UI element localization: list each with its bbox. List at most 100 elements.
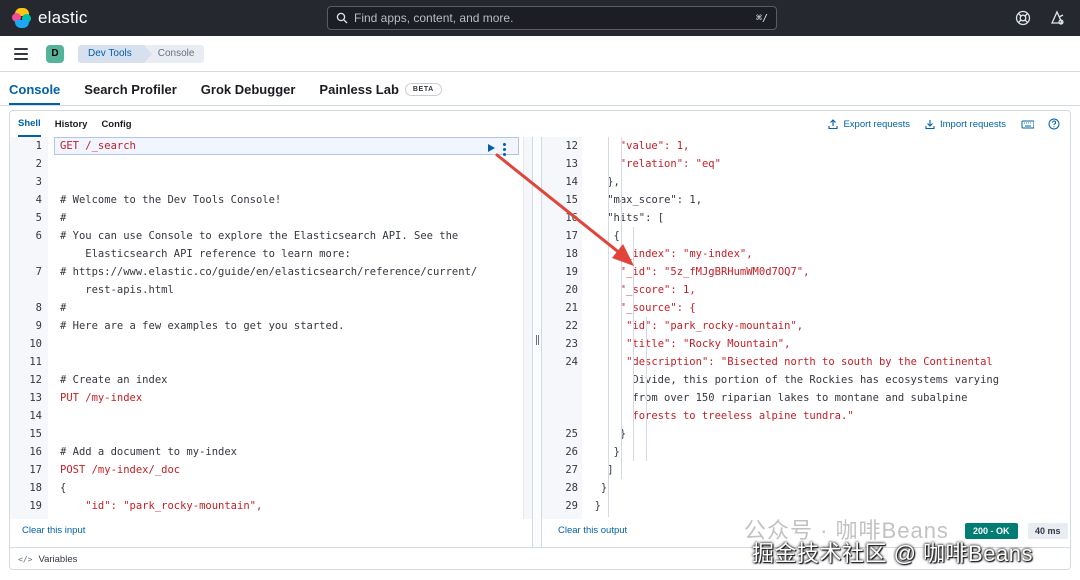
output-code-line: "id": "park_rocky-mountain", (626, 320, 804, 332)
output-code-line: "_index": "my-index", (619, 248, 753, 260)
tab-grok-debugger[interactable]: Grok Debugger (201, 82, 296, 105)
global-search[interactable]: ⌘/ (327, 6, 777, 30)
tab-search-profiler[interactable]: Search Profiler (84, 82, 177, 105)
brand-name: elastic (38, 8, 88, 27)
clear-output-link[interactable]: Clear this output (558, 525, 627, 536)
code-icon: </> (18, 555, 33, 564)
variables-label: Variables (38, 554, 78, 565)
response-output[interactable]: 12 "value": 1, 13 "relation": "eq" 14}, 15 "ma… (542, 137, 1070, 519)
output-line-number: 18 (565, 248, 578, 260)
console-panel: Shell History Config Export requests Imp… (9, 110, 1071, 570)
editor-line-number: 10 (29, 338, 42, 350)
editor-code-line: PUT /my-index (60, 392, 143, 404)
editor-line-number: 5 (35, 212, 42, 224)
editor-code-line: # Here are a few examples to get you sta… (60, 320, 345, 332)
console-actions: Export requests Import requests (827, 118, 1060, 130)
export-icon (828, 119, 839, 130)
space-avatar[interactable]: D (46, 44, 64, 63)
output-line-number: 21 (565, 302, 578, 314)
output-code-line: "title": "Rocky Mountain", (626, 338, 791, 350)
output-code-line: "description": "Bisected north to south … (626, 356, 993, 368)
editor-line-number: 15 (29, 428, 42, 440)
keyboard-shortcuts-icon[interactable] (1020, 118, 1034, 130)
breadcrumb: Dev Tools Console (78, 44, 205, 63)
export-requests-button[interactable]: Export requests (827, 118, 910, 130)
newsfeed-icon[interactable] (1048, 9, 1066, 27)
output-code-line: { (613, 230, 620, 242)
breadcrumb-console: Console (143, 44, 205, 63)
editor-line-number: 12 (29, 374, 42, 386)
output-code-line: }, (607, 176, 620, 188)
editor-code-line: # Welcome to the Dev Tools Console! (60, 194, 282, 206)
output-code-line: "_id": "5z_fMJgBRHumWM0d7OQ7", (619, 266, 810, 278)
search-icon (336, 12, 348, 24)
editor-code-line: # (60, 212, 67, 224)
request-options-icon[interactable] (503, 143, 506, 156)
output-line-number (542, 407, 578, 425)
output-line-number: 26 (565, 446, 578, 458)
output-line-number (542, 371, 578, 389)
export-label: Export requests (843, 118, 910, 130)
output-line-number: 19 (565, 266, 578, 278)
output-line-number (542, 389, 578, 407)
tab-painless-lab[interactable]: Painless Lab BETA (319, 82, 442, 105)
tab-label: Search Profiler (84, 82, 177, 97)
editor-code-line: # https://www.elastic.co/guide/en/elasti… (60, 266, 478, 278)
editor-code-line: GET /_search (60, 140, 136, 152)
output-code-line: "_score": 1, (619, 284, 696, 296)
tab-label: Console (9, 82, 61, 97)
output-line-number: 23 (565, 338, 578, 350)
editor-line-number: 4 (35, 194, 42, 206)
editor-line-number: 19 (29, 500, 42, 512)
output-line-number: 24 (565, 356, 578, 368)
request-actions (488, 139, 506, 156)
request-editor[interactable]: 1 GET /_search 2 3 4 # Welcome to the Dev Too… (10, 137, 523, 519)
output-code-line: forests to treeless alpine tundra." (632, 410, 854, 422)
help-icon[interactable] (1048, 118, 1060, 130)
tab-label: Painless Lab (319, 82, 399, 97)
editor-code-line: rest-apis.html (60, 284, 174, 296)
subtab-history[interactable]: History (55, 111, 88, 137)
output-line-number: 16 (565, 212, 578, 224)
output-code-line: } (594, 500, 601, 512)
output-code-line: "value": 1, (619, 140, 690, 152)
output-line-number: 29 (565, 500, 578, 512)
editor-code-line: POST /my-index/_doc (60, 464, 181, 476)
help-icon[interactable] (1014, 9, 1032, 27)
search-input[interactable] (354, 11, 756, 25)
send-request-icon[interactable] (488, 144, 495, 152)
clear-input-link[interactable]: Clear this input (22, 525, 85, 536)
breadcrumb-bar: D Dev Tools Console (0, 36, 1080, 72)
editor-code-line: "id": "park_rocky-mountain", (60, 500, 263, 512)
timing-badge: 40 ms (1028, 523, 1068, 539)
editor-code-line: # Add a document to my-index (60, 446, 238, 458)
breadcrumb-dev-tools[interactable]: Dev Tools (78, 44, 152, 63)
editor-line-number (10, 281, 42, 299)
import-requests-button[interactable]: Import requests (924, 118, 1006, 130)
devtools-tabs: Console Search Profiler Grok Debugger Pa… (0, 72, 1080, 106)
tab-label: Grok Debugger (200, 82, 296, 97)
editor-code-line: Elasticsearch API reference to learn mor… (60, 248, 351, 260)
editor-code-line: # Create an index (60, 374, 168, 386)
editor-line-number: 6 (35, 230, 42, 242)
editor-line-number: 2 (35, 158, 42, 170)
output-line-number: 27 (565, 464, 578, 476)
editor-line-number: 7 (35, 266, 42, 278)
tab-console[interactable]: Console (9, 82, 61, 105)
indent-guide (646, 317, 647, 461)
editor-line-number: 8 (35, 302, 42, 314)
subtab-config[interactable]: Config (101, 111, 131, 137)
editor-scrollbar[interactable] (523, 137, 532, 519)
import-icon (925, 120, 935, 130)
elastic-logo[interactable]: elastic (12, 8, 312, 28)
indent-guide (608, 137, 609, 517)
menu-icon[interactable] (14, 47, 28, 60)
output-line-number: 20 (565, 284, 578, 296)
output-line-number: 13 (565, 158, 578, 170)
top-header: elastic ⌘/ (0, 0, 1080, 36)
pane-resizer[interactable] (532, 137, 542, 547)
output-code-line: "_source": { (619, 302, 696, 314)
output-code-line: "hits": [ (607, 212, 665, 224)
subtab-shell[interactable]: Shell (18, 111, 41, 137)
editor-line-number: 17 (29, 464, 42, 476)
